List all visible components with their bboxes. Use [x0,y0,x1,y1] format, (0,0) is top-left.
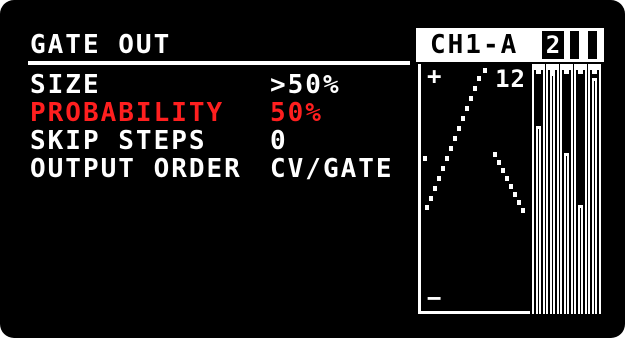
level-meter [588,64,601,314]
meter-tick [564,70,569,74]
channel-name: CH1-A [430,30,519,60]
meter-fill [592,78,597,314]
curve-dot [425,205,429,210]
meter-fill [578,205,583,314]
graph-curve [423,68,525,213]
curve-dot [461,116,465,121]
level-meter [546,64,559,314]
channel-header: CH1-A 2 [416,28,604,62]
header-stub [588,31,597,59]
level-meters [532,64,602,314]
level-meter [532,64,545,314]
curve-dot [477,76,481,81]
curve-dot [437,176,441,181]
output-order-label: OUTPUT ORDER [30,154,242,184]
probability-graph: + 12 − [418,64,530,314]
level-meter [574,64,587,314]
curve-dot [449,146,453,151]
size-label: SIZE [30,70,101,100]
curve-dot [505,176,509,181]
meter-tick [536,70,541,74]
curve-dot [513,192,517,197]
meter-tick [578,70,583,74]
meter-tick [592,70,597,74]
title-divider [28,61,410,65]
curve-dot [423,156,427,161]
header-meter-stubs [566,31,602,59]
curve-dot [433,186,437,191]
probability-label: PROBABILITY [30,98,225,128]
skip-steps-label: SKIP STEPS [30,126,207,156]
curve-dot [445,156,449,161]
curve-dot [493,152,497,157]
meter-fill [564,153,569,314]
curve-dot [521,208,525,213]
curve-dot [501,168,505,173]
curve-dot [483,68,487,73]
curve-dot [453,136,457,141]
curve-dot [429,196,433,201]
channel-panel: CH1-A 2 + 12 − [416,28,604,318]
output-order-value: CV/GATE [270,154,394,184]
page-indicator: 2 [542,31,564,59]
gate-out-menu: GATE OUT SIZE >50% PROBABILITY 50% SKIP … [28,28,412,298]
curve-dot [457,126,461,131]
skip-steps-value: 0 [270,126,288,156]
header-stub [570,31,579,59]
probability-value: 50% [270,98,323,128]
display-screen: GATE OUT SIZE >50% PROBABILITY 50% SKIP … [0,0,625,338]
curve-dot [465,106,469,111]
curve-dot [509,184,513,189]
menu-title: GATE OUT [30,30,172,60]
curve-dot [441,166,445,171]
curve-dot [517,200,521,205]
size-value: >50% [270,70,341,100]
curve-dot [469,96,473,101]
meter-fill [536,126,541,314]
curve-dot [473,86,477,91]
curve-dot [497,160,501,165]
level-meter [560,64,573,314]
meter-fill [550,73,555,314]
